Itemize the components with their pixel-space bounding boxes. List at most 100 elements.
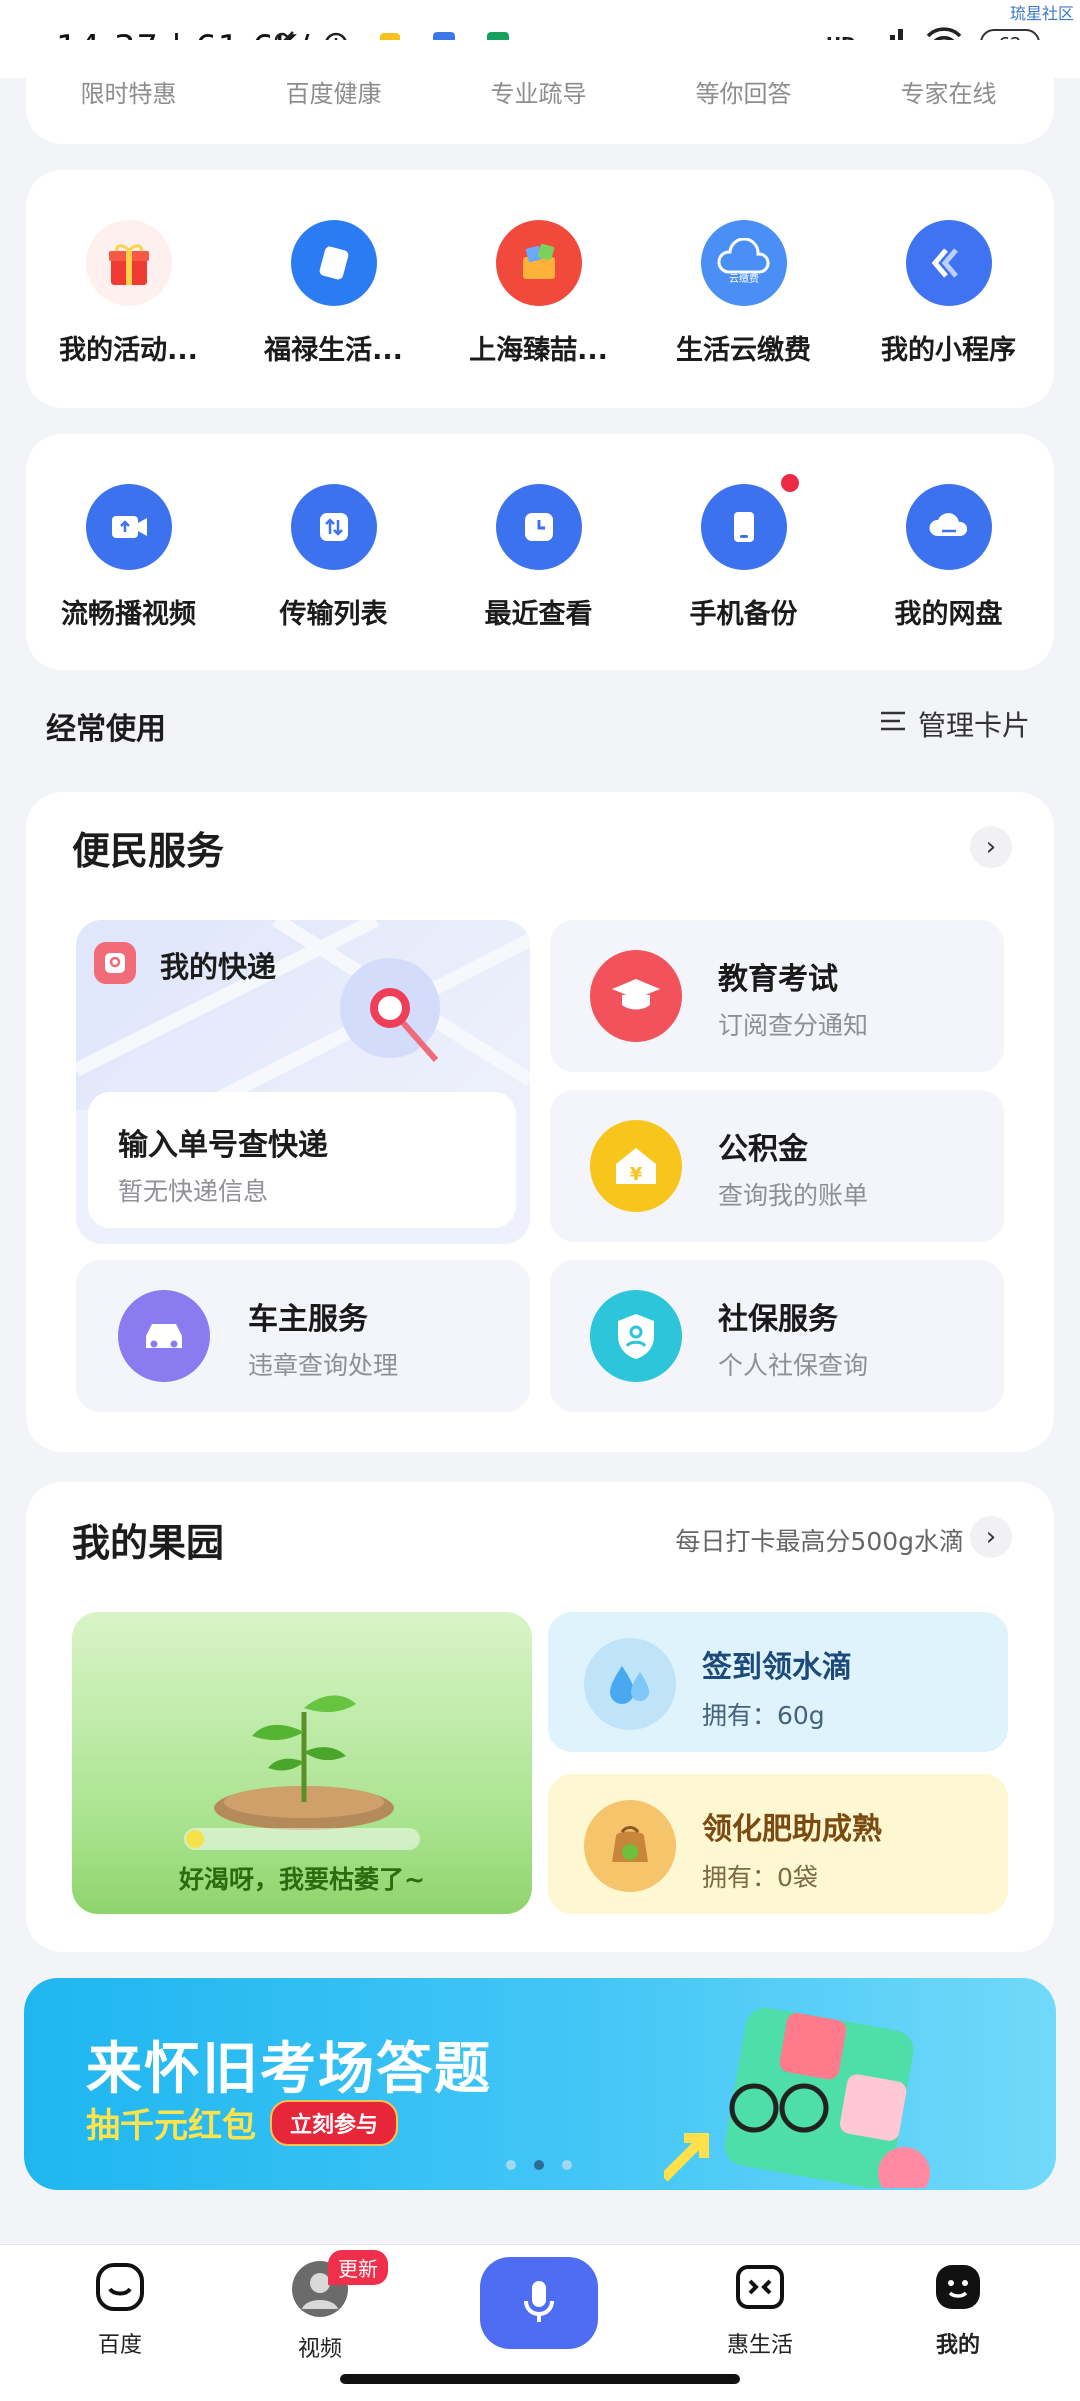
chevron-right-icon: › <box>985 832 997 862</box>
svg-text:¥: ¥ <box>630 1164 643 1185</box>
phone-backup-icon <box>700 474 799 570</box>
manage-cards-button[interactable]: 管理卡片 <box>878 704 1030 744</box>
water-title: 签到领水滴 <box>702 1650 852 1685</box>
promo-banner[interactable]: 来怀旧考场答题 抽千元红包 立刻参与 <box>24 1978 1056 2190</box>
transfer-icon <box>290 484 377 570</box>
orchard-tip[interactable]: 每日打卡最高分500g水滴 <box>675 1522 964 1558</box>
orchard-plant-panel[interactable]: 好渴呀，我要枯萎了~ <box>72 1612 532 1914</box>
shortcut-label: 传输列表 <box>279 599 388 630</box>
banner-pagination <box>506 2160 572 2170</box>
banner-title: 来怀旧考场答题 <box>86 2037 492 2102</box>
tab-mine[interactable]: 我的 <box>898 2259 1018 2359</box>
baidu-face-icon <box>92 2259 148 2319</box>
svg-text:云缴费: 云缴费 <box>729 272 759 285</box>
graduation-cap-icon <box>590 950 682 1042</box>
partial-label[interactable]: 专业疏导 <box>436 74 641 109</box>
rubik-cube-illustration <box>664 2007 930 2188</box>
education-title: 教育考试 <box>718 962 838 997</box>
notification-dot <box>780 474 799 492</box>
shortcut-recent[interactable]: 最近查看 <box>436 484 641 631</box>
watermark: 琉星社区 <box>1009 4 1074 23</box>
convenience-more-button[interactable]: › <box>970 826 1012 868</box>
education-sub: 订阅查分通知 <box>718 1011 869 1040</box>
shortcut-my-activity[interactable]: 我的活动... <box>26 220 231 367</box>
water-progress-fill <box>186 1830 204 1848</box>
express-icon <box>94 942 136 984</box>
cloud-drive-icon <box>905 484 992 570</box>
collect-fertilizer-tile[interactable]: 领化肥助成熟 拥有：0袋 <box>548 1774 1008 1914</box>
shield-person-icon <box>590 1290 682 1382</box>
shortcut-label: 上海臻喆... <box>469 335 608 366</box>
partial-label-row: 限时特惠 百度健康 专业疏导 等你回答 专家在线 <box>26 74 1054 109</box>
car-title: 车主服务 <box>248 1302 368 1337</box>
plant-message: 好渴呀，我要枯萎了~ <box>179 1865 425 1894</box>
tab-life[interactable]: 惠生活 <box>700 2259 820 2359</box>
partial-label[interactable]: 专家在线 <box>846 74 1051 109</box>
shortcut-mini-program[interactable]: 我的小程序 <box>846 220 1051 367</box>
service-card-partial: 限时特惠 百度健康 专业疏导 等你回答 专家在线 <box>26 40 1054 144</box>
shortcut-label: 我的小程序 <box>881 335 1016 366</box>
water-sub: 拥有：60g <box>702 1701 825 1730</box>
life-face-icon <box>732 2259 788 2319</box>
shortcut-smooth-video[interactable]: 流畅播视频 <box>26 484 231 631</box>
shortcut-transfer-list[interactable]: 传输列表 <box>231 484 436 631</box>
tab-label: 惠生活 <box>726 2333 793 2358</box>
manage-cards-label: 管理卡片 <box>917 709 1030 742</box>
home-indicator[interactable] <box>340 2374 740 2384</box>
gift-icon <box>85 220 172 306</box>
express-tile[interactable]: 我的快递 输入单号查快递 暂无快递信息 <box>76 920 530 1244</box>
fund-title: 公积金 <box>718 1132 808 1167</box>
join-now-button[interactable]: 立刻参与 <box>270 2099 399 2146</box>
partial-label[interactable]: 等你回答 <box>641 74 846 109</box>
express-input-sub: 暂无快递信息 <box>118 1177 269 1206</box>
microphone-icon <box>519 2275 559 2331</box>
shortcut-label: 手机备份 <box>689 599 798 630</box>
car-sub: 违章查询处理 <box>248 1351 399 1380</box>
orchard-title: 我的果园 <box>72 1521 225 1565</box>
tab-label: 百度 <box>97 2333 142 2358</box>
shortcut-label: 最近查看 <box>484 599 593 630</box>
shortcut-cloud-bill[interactable]: 云缴费 生活云缴费 <box>641 220 846 367</box>
shortcut-label: 生活云缴费 <box>676 335 811 366</box>
car-owner-tile[interactable]: 车主服务 违章查询处理 <box>76 1260 530 1412</box>
shortcut-label: 福禄生活... <box>264 335 403 366</box>
shortcut-shanghai-shop[interactable]: 上海臻喆... <box>436 220 641 367</box>
partial-label[interactable]: 限时特惠 <box>26 74 231 109</box>
shortcut-label: 我的活动... <box>59 335 198 366</box>
social-sub: 个人社保查询 <box>718 1351 869 1380</box>
shortcut-phone-backup[interactable]: 手机备份 <box>641 474 846 631</box>
shopping-icon <box>495 220 582 306</box>
express-input-title: 输入单号查快递 <box>118 1128 328 1163</box>
car-icon <box>118 1290 210 1382</box>
cloud-bill-icon: 云缴费 <box>700 220 787 306</box>
tab-label: 我的 <box>935 2333 980 2358</box>
shortcut-label: 流畅播视频 <box>61 599 196 630</box>
banner-subtitle-row: 抽千元红包 立刻参与 <box>86 2098 399 2147</box>
mine-face-icon <box>930 2259 986 2319</box>
pagination-dot <box>506 2160 516 2170</box>
shortcut-label: 我的网盘 <box>894 599 1003 630</box>
map-background <box>76 920 530 1117</box>
express-title: 我的快递 <box>160 950 277 984</box>
water-drops-icon <box>584 1638 676 1730</box>
housing-fund-tile[interactable]: ¥ 公积金 查询我的账单 <box>550 1090 1004 1242</box>
shortcut-fulu-life[interactable]: 福禄生活... <box>231 220 436 367</box>
chevron-right-icon: › <box>985 1522 997 1552</box>
mini-program-icon <box>905 220 992 306</box>
partial-label[interactable]: 百度健康 <box>231 74 436 109</box>
social-title: 社保服务 <box>718 1302 838 1337</box>
menu-lines-icon <box>878 708 908 741</box>
voice-search-button[interactable] <box>480 2257 598 2349</box>
shortcut-card-2: 流畅播视频 传输列表 最近查看 手机备份 我的网盘 <box>26 434 1054 670</box>
express-query-box[interactable]: 输入单号查快递 暂无快递信息 <box>88 1092 516 1228</box>
shortcut-card-1: 我的活动... 福禄生活... 上海臻喆... 云缴费 生活云缴费 我的小程序 <box>26 170 1054 408</box>
orchard-more-button[interactable]: › <box>970 1516 1012 1558</box>
house-yuan-icon: ¥ <box>590 1120 682 1212</box>
tab-baidu[interactable]: 百度 <box>60 2259 180 2359</box>
clock-icon <box>495 484 582 570</box>
education-tile[interactable]: 教育考试 订阅查分通知 <box>550 920 1004 1072</box>
collect-water-tile[interactable]: 签到领水滴 拥有：60g <box>548 1612 1008 1752</box>
shortcut-cloud-drive[interactable]: 我的网盘 <box>846 484 1051 631</box>
convenience-title: 便民服务 <box>72 829 225 873</box>
social-security-tile[interactable]: 社保服务 个人社保查询 <box>550 1260 1004 1412</box>
